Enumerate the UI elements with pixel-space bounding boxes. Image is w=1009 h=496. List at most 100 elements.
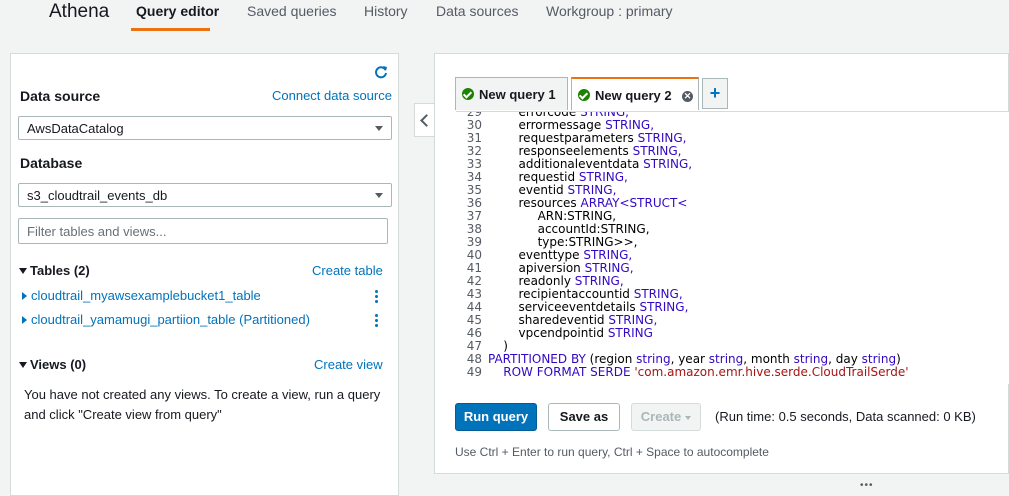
database-label: Database — [20, 155, 83, 171]
code-token: responseelements — [488, 144, 633, 158]
code-token: STRING, — [567, 183, 617, 197]
code-token: STRING, — [637, 131, 687, 145]
code-token: requestid — [488, 170, 579, 184]
chevron-down-icon — [685, 415, 692, 420]
code-token: serviceeventdetails — [488, 300, 640, 314]
code-token: 'com.amazon.emr.hive.serde.CloudTrailSer… — [634, 365, 909, 379]
code-text[interactable]: errorcode STRING, errormessage STRING, r… — [488, 112, 909, 379]
code-token: additionaleventdata — [488, 157, 644, 171]
query-tab-1[interactable]: New query 1 — [455, 77, 568, 110]
code-token: ARRAY<STRUCT< — [580, 196, 688, 210]
code-token: STRING, — [583, 248, 633, 262]
active-tab-indicator — [131, 28, 210, 31]
table-options-icon[interactable] — [375, 290, 378, 303]
top-nav: Athena Query editor Saved queries Histor… — [0, 0, 1009, 32]
tab-data-sources[interactable]: Data sources — [436, 3, 518, 19]
tab-saved-queries[interactable]: Saved queries — [247, 3, 337, 19]
table-item[interactable]: cloudtrail_yamamugi_partiion_table (Part… — [31, 312, 310, 327]
chevron-down-icon — [375, 193, 383, 198]
code-token: STRING, — [584, 261, 634, 275]
code-token: ARN:STRING, — [488, 209, 617, 223]
code-token: string — [793, 352, 829, 366]
database-value: s3_cloudtrail_events_db — [27, 188, 168, 203]
code-token: (region — [585, 352, 637, 366]
code-token: string — [636, 352, 671, 366]
collapse-tables-icon[interactable] — [19, 268, 27, 274]
code-token: readonly — [488, 274, 575, 288]
create-table-link[interactable]: Create table — [312, 263, 383, 278]
save-as-button[interactable]: Save as — [548, 403, 620, 431]
code-token: sharedeventid — [488, 313, 609, 327]
expand-table-icon[interactable] — [22, 292, 27, 300]
code-token: , year — [670, 352, 709, 366]
code-token: string — [708, 352, 744, 366]
code-token: , day — [828, 352, 862, 366]
views-header[interactable]: Views (0) — [30, 357, 86, 372]
code-token: STRING, — [605, 118, 655, 132]
code-token: eventid — [488, 183, 568, 197]
table-options-icon[interactable] — [375, 314, 378, 327]
chevron-down-icon — [375, 126, 383, 131]
code-token: PARTITIONED BY — [488, 352, 586, 366]
code-token: vpcendpointid — [488, 326, 608, 340]
tab-workgroup[interactable]: Workgroup : primary — [546, 3, 673, 19]
add-query-tab-button[interactable]: + — [702, 78, 728, 109]
code-token: ) — [488, 339, 508, 353]
code-token: STRING, — [633, 287, 683, 301]
code-token: type:STRING>>, — [488, 235, 638, 249]
code-token: requestparameters — [488, 131, 638, 145]
line-numbers: 29 30 31 32 33 34 35 36 37 38 39 40 41 42 43 44 45 46 47 48… — [456, 112, 482, 379]
code-token: STRING, — [643, 157, 693, 171]
tab-query-editor[interactable]: Query editor — [136, 3, 219, 19]
code-token: , month — [743, 352, 794, 366]
run-query-button[interactable]: Run query — [455, 403, 537, 431]
code-token: ROW FORMAT SERDE — [488, 365, 635, 379]
expand-table-icon[interactable] — [22, 316, 27, 324]
check-circle-icon — [578, 89, 590, 101]
data-source-value: AwsDataCatalog — [27, 121, 124, 136]
run-status: (Run time: 0.5 seconds, Data scanned: 0 … — [715, 409, 976, 424]
tables-header[interactable]: Tables (2) — [30, 263, 90, 278]
code-token: STRING, — [632, 144, 682, 158]
query-tab-label: New query 2 — [595, 88, 672, 103]
data-source-select[interactable]: AwsDataCatalog — [18, 116, 392, 140]
resize-handle-icon[interactable]: ••• — [860, 480, 874, 491]
code-token: STRING, — [608, 313, 658, 327]
code-line: ROW FORMAT SERDE 'com.amazon.emr.hive.se… — [488, 365, 909, 379]
collapse-views-icon[interactable] — [19, 362, 27, 368]
tab-history[interactable]: History — [364, 3, 408, 19]
query-tab-label: New query 1 — [479, 87, 556, 102]
keyboard-hint: Use Ctrl + Enter to run query, Ctrl + Sp… — [455, 445, 769, 459]
connect-data-source-link[interactable]: Connect data source — [272, 88, 392, 103]
code-token: STRING, — [574, 274, 624, 288]
create-button-label: Create — [640, 409, 682, 424]
code-token: errormessage — [488, 118, 606, 132]
code-token: STRING, — [639, 300, 689, 314]
code-token: recipientaccountid — [488, 287, 634, 301]
code-token: string — [861, 352, 897, 366]
code-token: eventtype — [488, 248, 584, 262]
filter-tables-input[interactable] — [18, 218, 388, 244]
code-token: apiversion — [488, 261, 585, 275]
code-line: vpcendpointid STRING — [488, 327, 909, 340]
create-button[interactable]: Create — [631, 403, 701, 431]
collapse-sidebar-button[interactable] — [414, 103, 434, 137]
code-token: ) — [896, 352, 901, 366]
database-select[interactable]: s3_cloudtrail_events_db — [18, 183, 392, 207]
app-brand: Athena — [49, 1, 110, 22]
views-empty-note: You have not created any views. To creat… — [24, 387, 381, 422]
code-token: STRING — [607, 326, 653, 340]
check-circle-icon — [462, 88, 474, 100]
code-token: resources — [488, 196, 581, 210]
line-number: 49 — [466, 365, 482, 379]
query-tab-2[interactable]: New query 2 ✕ — [571, 77, 699, 110]
code-token: STRING, — [578, 170, 628, 184]
refresh-icon[interactable] — [374, 65, 388, 79]
chevron-left-icon — [420, 114, 433, 127]
data-source-label: Data source — [20, 88, 101, 104]
code-token: accountId:STRING, — [488, 222, 650, 236]
code-editor[interactable]: 29 30 31 32 33 34 35 36 37 38 39 40 41 42 43 44 45 46 47 48… — [456, 111, 1009, 384]
table-item[interactable]: cloudtrail_myawsexamplebucket1_table — [31, 288, 261, 303]
close-icon[interactable]: ✕ — [682, 91, 693, 102]
create-view-link[interactable]: Create view — [314, 357, 383, 372]
